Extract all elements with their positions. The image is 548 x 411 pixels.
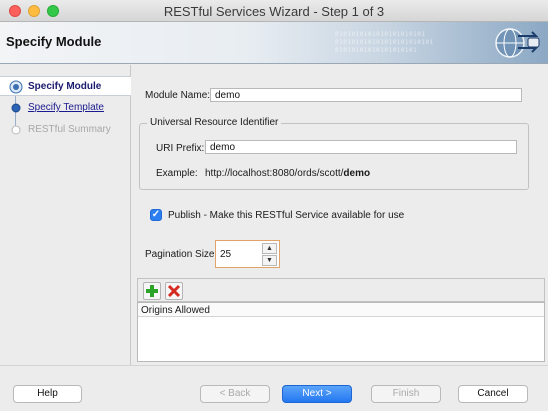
page-title: Specify Module [6,34,102,49]
nav-step-specify-module[interactable]: Specify Module [0,76,131,96]
add-plus-icon [146,285,158,297]
wizard-header-banner: Specify Module 0101010101010101010101 01… [0,22,548,64]
remove-x-icon [167,284,181,298]
example-url-module: demo [343,168,371,179]
uri-group-title: Universal Resource Identifier [147,117,282,128]
next-button[interactable]: Next > [282,385,352,403]
cancel-button[interactable]: Cancel [458,385,528,403]
rest-services-globe-icon [495,28,540,58]
module-name-input[interactable] [210,88,522,102]
uri-group-box [139,123,529,190]
wizard-steps-nav: Specify Module Specify Template RESTful … [0,65,131,365]
publish-label: Publish - Make this RESTful Service avai… [168,210,405,221]
pagination-size-spinner[interactable]: 25 ▲ ▼ [215,240,280,268]
example-label: Example: [156,168,198,179]
finish-button[interactable]: Finish [371,385,441,403]
pagination-size-label: Pagination Size: [145,249,218,260]
pagination-size-value: 25 [220,249,232,260]
origins-allowed-header: Origins Allowed [138,303,544,317]
add-origin-button[interactable] [143,282,161,300]
example-url: http://localhost:8080/ords/scott/demo [205,168,370,179]
nav-step-label: Specify Template [28,102,104,113]
current-step-icon [9,80,23,94]
example-url-prefix: http://localhost:8080/ords/scott/ [205,168,344,179]
back-button[interactable]: < Back [200,385,270,403]
remove-origin-button[interactable] [165,282,183,300]
nav-step-label: RESTful Summary [28,124,111,135]
spinner-down-button[interactable]: ▼ [262,255,277,266]
wizard-footer: Help < Back Next > Finish Cancel [0,365,548,411]
binary-pattern-decoration: 0101010101010101010101 01010101010101010… [335,31,434,54]
origins-toolbar [137,278,545,302]
title-bar: RESTful Services Wizard - Step 1 of 3 [0,0,548,22]
step-dot-icon [11,103,21,113]
uri-prefix-label: URI Prefix: [156,143,205,154]
nav-step-restful-summary: RESTful Summary [0,120,131,140]
nav-step-label: Specify Module [28,81,102,92]
spinner-up-button[interactable]: ▲ [262,243,277,254]
window-title: RESTful Services Wizard - Step 1 of 3 [163,4,385,19]
nav-step-specify-template[interactable]: Specify Template [0,98,131,118]
publish-checkbox[interactable]: ✓ [150,209,162,221]
module-form: Module Name: Universal Resource Identifi… [132,65,548,365]
help-button[interactable]: Help [13,385,82,403]
module-name-label: Module Name: [145,90,211,101]
step-dot-disabled-icon [11,125,21,135]
uri-prefix-input[interactable] [205,140,517,154]
origins-allowed-list[interactable]: Origins Allowed [137,302,545,362]
